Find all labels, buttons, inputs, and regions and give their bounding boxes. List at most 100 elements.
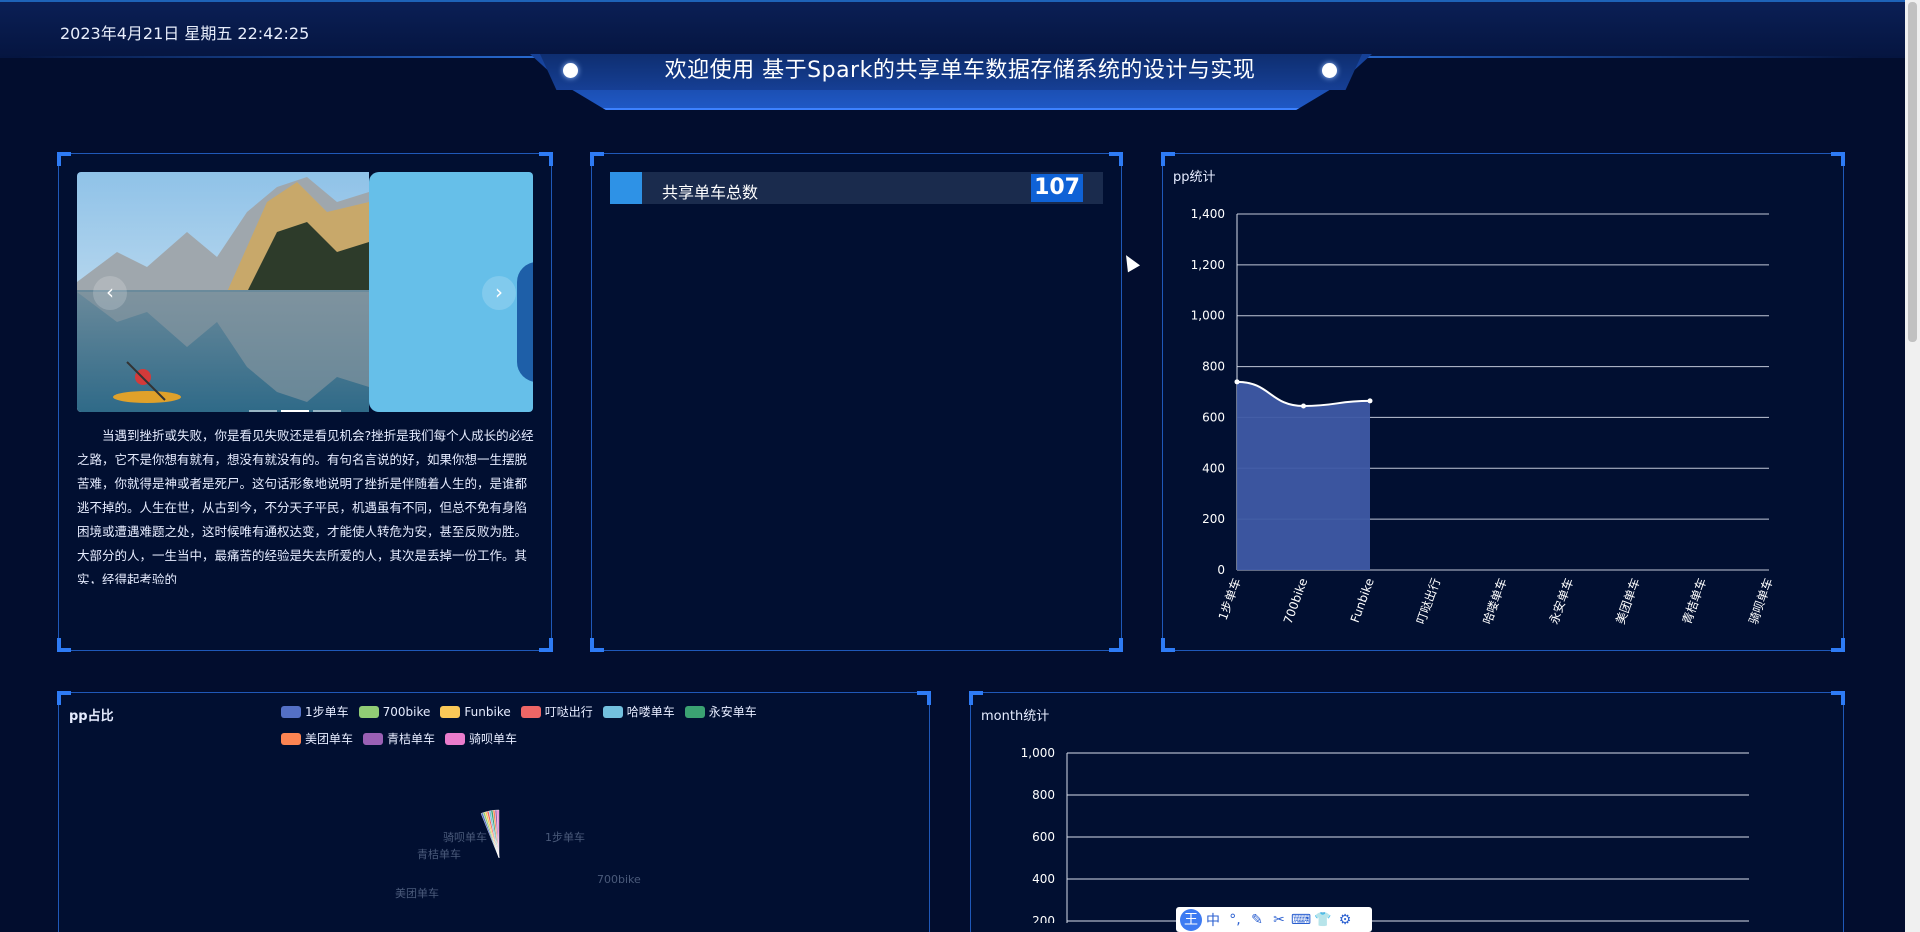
ime-settings-icon[interactable]: ⚙ xyxy=(1334,912,1356,928)
ime-toolbar[interactable]: 王 中 °, ✎ ✂ ⌨ 👕 ⚙ xyxy=(1176,907,1372,932)
image-carousel[interactable]: ‹ › xyxy=(77,172,533,412)
title-left-dot xyxy=(563,63,578,78)
intro-panel: ‹ › 当遇到挫折或失败，你是看见失败还是看见机会?挫折是我们每个人成长的必经之… xyxy=(57,152,553,652)
legend-label: 700bike xyxy=(382,705,431,719)
page-scrollbar[interactable] xyxy=(1905,0,1920,932)
pp-share-panel: pp占比 1步单车 700bike Funbike 叮哒出行 哈喽单车 永安单车美团单车 青… xyxy=(57,691,931,932)
pie-slice-label: 美团单车 xyxy=(395,886,439,900)
mouse-cursor-icon xyxy=(1119,251,1141,273)
pp-share-title: pp占比 xyxy=(69,709,114,724)
legend-label: 1步单车 xyxy=(305,705,349,719)
pp-area-fill xyxy=(1237,381,1370,570)
ime-skin-icon[interactable]: 👕 xyxy=(1312,912,1334,928)
pp-y-tick-label: 0 xyxy=(1217,563,1225,577)
month-stats-panel: month统计 200 400 600 800 1,000 xyxy=(969,691,1845,932)
pp-x-tick-label: 1步单车 xyxy=(1215,576,1244,622)
title-right-dot xyxy=(1322,63,1337,78)
legend-label: 哈喽单车 xyxy=(626,705,675,719)
pp-pie-chart[interactable]: 1步单车 700bike 美团单车 青桔单车 骑呗单车 xyxy=(59,733,919,932)
pp-data-point xyxy=(1301,403,1306,409)
counter-panel: 共享单车总数 107 xyxy=(590,152,1123,652)
pie-legend-item[interactable]: 1步单车 xyxy=(281,703,349,720)
corner-bl xyxy=(57,638,71,652)
ime-pen-icon[interactable]: ✎ xyxy=(1246,912,1268,928)
pp-x-tick-label: 哈喽单车 xyxy=(1479,576,1510,626)
corner-bl xyxy=(590,638,604,652)
pp-data-point xyxy=(1234,379,1240,385)
corner-tl xyxy=(969,691,983,705)
carousel-indicators[interactable] xyxy=(249,397,345,412)
intro-paragraph: 当遇到挫折或失败，你是看见失败还是看见机会?挫折是我们每个人成长的必经之路，它不… xyxy=(77,428,534,584)
pp-x-tick-label: Funbike xyxy=(1348,576,1377,624)
pp-y-tick-label: 400 xyxy=(1202,461,1225,475)
pp-y-tick-label: 800 xyxy=(1202,360,1225,374)
pp-y-tick-label: 200 xyxy=(1202,512,1225,526)
bike-total-label: 共享单车总数 xyxy=(662,183,759,202)
pp-stats-panel: pp统计 0 200 400 600 800 1,000 1,200 1,400 1步单车 700… xyxy=(1161,152,1845,652)
legend-swatch xyxy=(440,706,461,718)
legend-swatch xyxy=(281,706,301,718)
legend-swatch xyxy=(520,706,541,718)
pie-slice-label: 骑呗单车 xyxy=(443,830,487,844)
indicator-3[interactable] xyxy=(313,410,341,412)
pp-area-chart[interactable]: 0 200 400 600 800 1,000 1,200 1,400 1步单车 700bike F… xyxy=(1163,174,1823,644)
month-bar-chart[interactable]: 200 400 600 800 1,000 xyxy=(971,723,1831,923)
pp-y-tick-label: 600 xyxy=(1202,410,1225,424)
corner-tr xyxy=(917,691,931,705)
corner-tr xyxy=(539,152,553,166)
ime-scissors-icon[interactable]: ✂ xyxy=(1268,912,1290,928)
month-y-tick-label: 400 xyxy=(1032,872,1055,886)
month-stats-title: month统计 xyxy=(981,709,1050,724)
pie-slice-label: 700bike xyxy=(597,873,641,886)
corner-tl xyxy=(57,152,71,166)
legend-label: 叮哒出行 xyxy=(544,705,593,719)
legend-swatch xyxy=(684,706,705,718)
scrollbar-thumb[interactable] xyxy=(1908,2,1917,342)
pie-legend-item[interactable]: 叮哒出行 xyxy=(520,703,593,720)
ime-keyboard-icon[interactable]: ⌨ xyxy=(1290,912,1312,928)
pie-legend-item[interactable]: 700bike xyxy=(358,705,431,719)
month-y-tick-label: 600 xyxy=(1032,830,1055,844)
carousel-next-icon[interactable]: › xyxy=(482,276,516,310)
corner-tr xyxy=(1831,152,1845,166)
counter-square-icon xyxy=(610,172,642,204)
page-title: 欢迎使用 基于Spark的共享单车数据存储系统的设计与实现 xyxy=(664,58,1256,83)
pp-y-tick-label: 1,000 xyxy=(1191,309,1225,323)
month-y-tick-label: 200 xyxy=(1032,914,1055,923)
pp-y-tick-label: 1,200 xyxy=(1191,258,1225,272)
pie-legend-item[interactable]: 哈喽单车 xyxy=(602,703,675,720)
pp-x-tick-label: 永安单车 xyxy=(1546,576,1577,626)
legend-label: 永安单车 xyxy=(708,705,757,719)
pp-data-point xyxy=(1367,398,1373,404)
legend-label: Funbike xyxy=(464,705,511,719)
corner-br xyxy=(539,638,553,652)
corner-tl xyxy=(590,152,604,166)
month-y-tick-label: 1,000 xyxy=(1021,746,1055,760)
pp-x-tick-label: 骑呗单车 xyxy=(1745,576,1776,626)
ime-logo-icon[interactable]: 王 xyxy=(1180,908,1202,931)
ime-lang-toggle[interactable]: 中 xyxy=(1202,910,1224,930)
corner-br xyxy=(1831,638,1845,652)
corner-br xyxy=(1109,638,1123,652)
legend-swatch xyxy=(358,706,379,718)
pie-legend-item[interactable]: Funbike xyxy=(440,705,511,719)
pie-slice-label: 青桔单车 xyxy=(417,847,461,861)
corner-tr xyxy=(1831,691,1845,705)
bike-total-row: 共享单车总数 107 xyxy=(610,172,1103,204)
indicator-2[interactable] xyxy=(281,410,309,412)
pp-x-tick-label: 青桔单车 xyxy=(1679,576,1710,626)
corner-tl xyxy=(1161,152,1175,166)
pp-y-tick-label: 1,400 xyxy=(1191,207,1225,221)
pp-x-tick-label: 700bike xyxy=(1281,576,1310,626)
indicator-1[interactable] xyxy=(249,410,277,412)
bike-total-value: 107 xyxy=(1031,174,1083,202)
current-datetime: 2023年4月21日 星期五 22:42:25 xyxy=(60,24,310,43)
pp-x-tick-label: 美团单车 xyxy=(1612,576,1643,626)
corner-tl xyxy=(57,691,71,705)
ime-punct-icon[interactable]: °, xyxy=(1224,912,1246,928)
legend-swatch xyxy=(602,706,623,718)
carousel-prev-icon[interactable]: ‹ xyxy=(93,276,127,310)
pp-x-tick-label: 叮哒出行 xyxy=(1414,576,1444,626)
pie-slice-label: 1步单车 xyxy=(545,830,585,844)
pie-legend-item[interactable]: 永安单车 xyxy=(684,703,757,720)
